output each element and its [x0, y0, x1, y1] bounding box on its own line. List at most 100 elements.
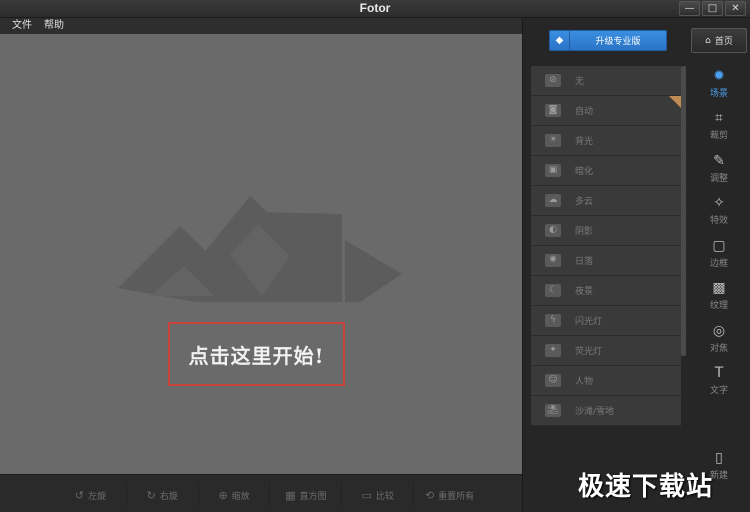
adjust-icon: ✎ — [713, 152, 725, 169]
bottom-toolbar: ↺ 左旋 ↻ 右旋 ⊕ 缩放 ▦ 直方图 ▭ 比较 ⟲ 重置所有 — [0, 474, 522, 512]
shade-icon: ◐ — [545, 224, 561, 237]
scene-item-beach[interactable]: ⛱ 沙滩/雪地 — [531, 396, 681, 426]
tab-label: 场景 — [709, 88, 728, 99]
scene-item-label: 人物 — [575, 377, 594, 387]
diamond-icon: ◆ — [550, 31, 570, 50]
close-button[interactable]: ✕ — [725, 1, 746, 16]
scene-item-backlight[interactable]: ☀ 背光 — [531, 126, 681, 156]
watermark: 极速下载站 — [578, 472, 714, 502]
scene-list-scrollbar[interactable] — [681, 66, 686, 356]
start-here-button[interactable]: 点击这里开始! — [168, 322, 345, 386]
compare-label: 比较 — [375, 491, 394, 502]
tab-spacer — [689, 402, 749, 445]
tab-label: 特效 — [709, 216, 728, 227]
scene-item-sunset[interactable]: ✺ 日落 — [531, 246, 681, 276]
tab-effects[interactable]: ✧ 特效 — [689, 190, 749, 233]
menu-file[interactable]: 文件 — [12, 18, 32, 34]
menu-help[interactable]: 帮助 — [44, 18, 64, 34]
zoom-label: 缩放 — [231, 491, 250, 502]
tool-tabs: ✹ 场景 ⌗ 裁剪 ✎ 调整 ✧ 特效 ▢ 边框 ▩ 纹理 ◎ 对焦 T 文字 ▯ 新建 — [689, 62, 749, 502]
flash-icon: ϟ — [545, 314, 561, 327]
scene-item-camera[interactable]: ◙ 自动 — [531, 96, 681, 126]
scene-item-label: 自动 — [575, 107, 594, 117]
portrait-icon: ☺ — [545, 374, 561, 387]
rotate-right-icon: ↻ — [146, 488, 156, 502]
minimize-button[interactable]: — — [679, 1, 700, 16]
effects-icon: ✧ — [713, 195, 725, 212]
start-here-label: 点击这里开始! — [188, 343, 325, 368]
tab-focus[interactable]: ◎ 对焦 — [689, 317, 749, 360]
tab-crop[interactable]: ⌗ 裁剪 — [689, 105, 749, 148]
rotate-left-button[interactable]: ↺ 左旋 — [55, 483, 127, 507]
scene-item-flash[interactable]: ϟ 闪光灯 — [531, 306, 681, 336]
rotate-right-button[interactable]: ↻ 右旋 — [127, 483, 199, 507]
scene-item-label: 沙滩/雪地 — [575, 407, 615, 417]
beach-icon: ⛱ — [545, 404, 561, 417]
pro-badge-icon — [669, 96, 681, 108]
scene-item-label: 闪光灯 — [575, 317, 603, 327]
scene-item-label: 多云 — [575, 197, 594, 207]
reset-all-button[interactable]: ⟲ 重置所有 — [414, 483, 485, 507]
scene-item-shade[interactable]: ◐ 阴影 — [531, 216, 681, 246]
photo-card-4 — [345, 240, 402, 302]
scene-item-fluorescent[interactable]: ✦ 荧光灯 — [531, 336, 681, 366]
scene-item-label: 背光 — [575, 137, 594, 147]
scene-item-cloudy[interactable]: ☁ 多云 — [531, 186, 681, 216]
histogram-label: 直方图 — [299, 491, 327, 502]
scene-item-night[interactable]: ☾ 夜景 — [531, 276, 681, 306]
crop-icon: ⌗ — [715, 110, 723, 127]
sunset-icon: ✺ — [545, 254, 561, 267]
scene-item-darken[interactable]: ▣ 暗化 — [531, 156, 681, 186]
tab-adjust[interactable]: ✎ 调整 — [689, 147, 749, 190]
none-icon: ⊘ — [545, 74, 561, 87]
zoom-icon: ⊕ — [218, 488, 228, 502]
tab-scene[interactable]: ✹ 场景 — [689, 62, 749, 105]
fluorescent-icon: ✦ — [545, 344, 561, 357]
right-panel: ◆ 升级专业版 ⌂ 首页 ⊘ 无 ◙ 自动 ☀ 背光 ▣ 暗化 ☁ 多云 ◐ 阴影 ✺ 日落 ☾ 夜景 ϟ 闪光灯… — [522, 18, 750, 512]
tab-label: 调整 — [709, 173, 728, 184]
scene-item-portrait[interactable]: ☺ 人物 — [531, 366, 681, 396]
camera-icon: ◙ — [545, 104, 561, 117]
scene-item-none[interactable]: ⊘ 无 — [531, 66, 681, 96]
rotate-left-label: 左旋 — [88, 491, 107, 502]
darken-icon: ▣ — [545, 164, 561, 177]
title-bar: Fotor — □ ✕ — [0, 0, 750, 18]
menu-bar: 文件 帮助 — [0, 18, 522, 34]
scene-item-label: 日落 — [575, 257, 594, 267]
scene-item-label: 无 — [575, 77, 585, 87]
scene-item-label: 夜景 — [575, 287, 594, 297]
upgrade-pro-button[interactable]: ◆ 升级专业版 — [549, 30, 667, 51]
histogram-button[interactable]: ▦ 直方图 — [270, 483, 343, 507]
home-label: 首页 — [714, 37, 733, 47]
text-icon: T — [714, 365, 724, 382]
home-button[interactable]: ⌂ 首页 — [691, 28, 747, 53]
window-title: Fotor — [359, 1, 391, 15]
maximize-button[interactable]: □ — [702, 1, 723, 16]
window-controls: — □ ✕ — [679, 1, 746, 16]
home-icon: ⌂ — [705, 35, 711, 46]
backlight-icon: ☀ — [545, 134, 561, 147]
cloudy-icon: ☁ — [545, 194, 561, 207]
scene-item-label: 暗化 — [575, 167, 594, 177]
scene-list: ⊘ 无 ◙ 自动 ☀ 背光 ▣ 暗化 ☁ 多云 ◐ 阴影 ✺ 日落 ☾ 夜景 ϟ 闪光灯 ✦ 荧光灯 ☺ 人物 ⛱ 沙滩/雪地 — [531, 66, 681, 426]
compare-button[interactable]: ▭ 比较 — [342, 483, 415, 507]
photo-canvas[interactable]: 点击这里开始! — [0, 34, 522, 474]
night-icon: ☾ — [545, 284, 561, 297]
zoom-button[interactable]: ⊕ 缩放 — [199, 483, 271, 507]
placeholder-photos-illustration — [118, 196, 402, 302]
tab-label: 纹理 — [709, 301, 728, 312]
upgrade-pro-label: 升级专业版 — [595, 37, 641, 47]
reset-all-label: 重置所有 — [438, 491, 475, 502]
rotate-left-icon: ↺ — [74, 488, 85, 502]
tab-label: 边框 — [709, 258, 728, 269]
compare-icon: ▭ — [361, 488, 372, 502]
scene-icon: ✹ — [713, 67, 725, 84]
histogram-icon: ▦ — [285, 488, 296, 502]
tab-text[interactable]: T 文字 — [689, 360, 749, 403]
scene-item-label: 荧光灯 — [575, 347, 603, 357]
tab-label: 裁剪 — [709, 131, 728, 142]
tab-border[interactable]: ▢ 边框 — [689, 232, 749, 275]
tab-label: 对焦 — [709, 343, 728, 354]
tab-texture[interactable]: ▩ 纹理 — [689, 275, 749, 318]
scene-item-label: 阴影 — [575, 227, 594, 237]
